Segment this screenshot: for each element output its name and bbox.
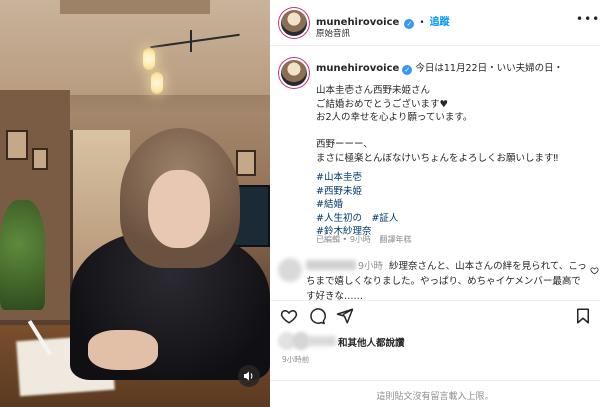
comment-avatar[interactable] bbox=[278, 258, 302, 282]
picture-frame bbox=[6, 130, 28, 160]
caption-line: 山本圭壱さん西野未姫さん bbox=[316, 85, 431, 96]
post-time: 9小時前 bbox=[282, 355, 310, 364]
caption-headline: 今日は11月22日・いい夫婦の日・ bbox=[415, 63, 564, 74]
person-hand bbox=[88, 330, 158, 370]
edited-label: 已編輯 bbox=[316, 235, 340, 244]
comment-time: 9小時 bbox=[358, 261, 384, 272]
hashtag[interactable]: #西野未姫 bbox=[316, 185, 598, 199]
separator-dot: • bbox=[342, 235, 350, 244]
more-icon[interactable]: ••• bbox=[576, 12, 600, 26]
hashtag[interactable]: #結婚 bbox=[316, 198, 598, 212]
ceiling bbox=[0, 0, 270, 95]
translate-link[interactable]: 翻譯年糕 bbox=[379, 235, 411, 244]
post-panel: munehirovoice ✓ • 追蹤 原始音訊 ••• munehirovo… bbox=[270, 0, 600, 407]
comment-icon[interactable] bbox=[308, 307, 326, 325]
caption-time: 9小時 bbox=[349, 235, 371, 244]
picture-frame bbox=[236, 150, 256, 176]
sound-toggle-button[interactable] bbox=[238, 365, 260, 387]
comment: 9小時 紗理奈さんと、山本さんの絆を見られて、こっちまで嬉しくなりました。やっぱり… bbox=[270, 256, 600, 302]
caption-username[interactable]: munehirovoice bbox=[316, 63, 399, 74]
caption-meta: 已編輯 • 9小時 翻譯年糕 bbox=[316, 234, 411, 245]
sound-icon bbox=[244, 371, 253, 381]
liker-name[interactable] bbox=[308, 336, 336, 346]
separator-dot: • bbox=[419, 18, 425, 28]
likes-text[interactable]: 和其他人都說讚 bbox=[338, 335, 405, 349]
post-header: munehirovoice ✓ • 追蹤 原始音訊 ••• bbox=[270, 0, 600, 46]
comment-text: 9小時 紗理奈さんと、山本さんの絆を見られて、こっちまで嬉しくなりました。やっぱり… bbox=[306, 259, 588, 304]
hashtag[interactable]: #人生初の #証人 bbox=[316, 212, 598, 226]
audio-label[interactable]: 原始音訊 bbox=[316, 27, 350, 39]
light-bulb bbox=[151, 72, 163, 94]
verified-icon: ✓ bbox=[404, 19, 415, 29]
caption-line: ご結婚おめでとうございます♥ bbox=[316, 98, 449, 110]
verified-icon: ✓ bbox=[402, 65, 413, 75]
share-icon[interactable] bbox=[336, 307, 354, 325]
caption-line bbox=[316, 125, 598, 139]
bookmark-icon[interactable] bbox=[574, 307, 592, 325]
person-face bbox=[148, 170, 210, 248]
hashtag[interactable]: #山本圭壱 bbox=[316, 171, 598, 185]
heart-icon[interactable] bbox=[280, 307, 298, 325]
footer-text: 這則貼文沒有留言載入上限。 bbox=[376, 392, 494, 402]
caption-line: お2人の幸せを心より願っています。 bbox=[316, 112, 473, 123]
comment-heart-icon[interactable] bbox=[590, 266, 599, 275]
plant bbox=[0, 200, 45, 310]
follow-button[interactable]: 追蹤 bbox=[430, 17, 450, 28]
picture-frame bbox=[32, 148, 48, 170]
caption-line: まさに極楽とんぼなけいちょんをよろしくお願いします‼ bbox=[316, 152, 559, 164]
action-bar bbox=[270, 300, 600, 328]
light-bulb bbox=[143, 48, 155, 70]
avatar[interactable] bbox=[281, 10, 307, 36]
caption-avatar[interactable] bbox=[281, 60, 307, 86]
comment-body: 紗理奈さんと、山本さんの絆を見られて、こっちまで嬉しくなりました。やっぱり、めち… bbox=[306, 261, 587, 302]
caption-line: 西野ーーー、 bbox=[316, 139, 373, 150]
caption-body: 山本圭壱さん西野未姫さん ご結婚おめでとうございます♥ お2人の幸せを心より願っ… bbox=[316, 84, 598, 239]
likes-row: 和其他人都說讚 bbox=[278, 332, 600, 352]
ceiling-beam bbox=[60, 0, 210, 14]
comments-footer: 這則貼文沒有留言載入上限。 bbox=[270, 380, 600, 407]
lamp-stem bbox=[190, 30, 192, 52]
caption-header: munehirovoice ✓ 今日は11月22日・いい夫婦の日・ bbox=[316, 60, 563, 75]
caption: munehirovoice ✓ 今日は11月22日・いい夫婦の日・ 山本圭壱さん… bbox=[270, 48, 600, 248]
post-media[interactable] bbox=[0, 0, 270, 407]
